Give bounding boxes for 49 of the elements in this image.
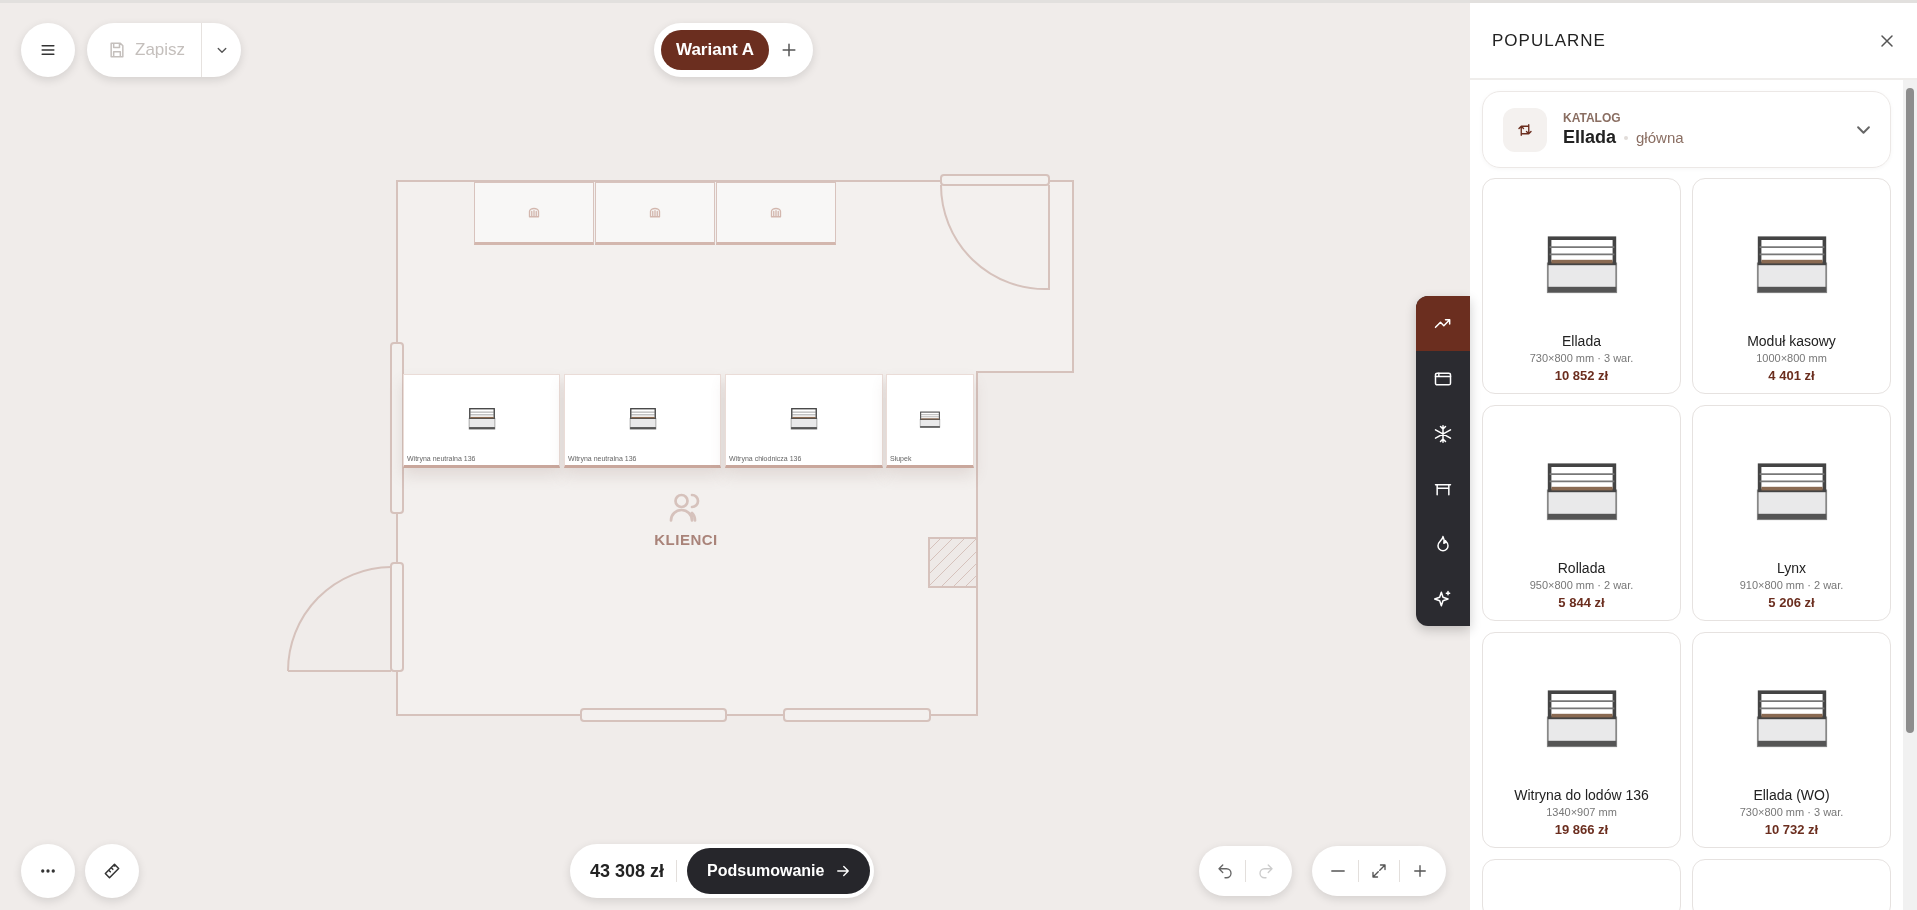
expand-icon xyxy=(1370,862,1388,880)
product-card[interactable]: Lynx 910×800 mm · 2 war. 5 206 zł xyxy=(1692,405,1891,621)
product-card[interactable]: Rollada 950×800 mm · 2 war. 5 844 zł xyxy=(1482,405,1681,621)
product-card[interactable]: Witryna do lodów 136 1340×907 mm 19 866 zł xyxy=(1482,632,1681,848)
snowflake-icon xyxy=(1433,423,1453,444)
product-name: Rollada xyxy=(1557,560,1606,576)
product-price: 4 401 zł xyxy=(1768,368,1815,383)
product-spec: 950×800 mm · 2 war. xyxy=(1529,579,1634,591)
product-card[interactable]: Ellada 730×800 mm · 3 war. 10 852 zł xyxy=(1482,178,1681,394)
product-spec: 730×800 mm · 3 war. xyxy=(1739,806,1844,818)
catalog-label: KATALOG xyxy=(1563,111,1622,125)
redo-icon xyxy=(1257,862,1275,880)
product-name: Ellada (WO) xyxy=(1753,787,1830,803)
product-name: Ellada xyxy=(1562,333,1601,349)
catalog-selector[interactable]: KATALOG Ellada główna xyxy=(1482,91,1891,168)
product-price: 5 206 zł xyxy=(1768,595,1815,610)
more-icon xyxy=(41,869,55,873)
product-spec: 1000×800 mm xyxy=(1756,352,1827,364)
product-spec: 910×800 mm · 2 war. xyxy=(1739,579,1844,591)
product-spec: 1340×907 mm xyxy=(1546,806,1617,818)
product-price: 5 844 zł xyxy=(1558,595,1605,610)
product-price: 19 866 zł xyxy=(1554,822,1609,837)
chevron-down-icon xyxy=(1857,125,1870,134)
hatched-column xyxy=(928,537,978,588)
total-price: 43 308 zł xyxy=(589,860,666,882)
undo-icon xyxy=(1216,862,1234,880)
product-name: Moduł kasowy xyxy=(1747,333,1836,349)
variant-tab[interactable]: Wariant A xyxy=(661,30,770,70)
scrollbar[interactable] xyxy=(1903,80,1917,910)
ruler-icon xyxy=(102,861,122,881)
sparkle-icon xyxy=(1433,588,1453,609)
minus-icon xyxy=(1331,870,1345,872)
catalog-variant: główna xyxy=(1636,129,1684,146)
product-card[interactable]: Moduł kasowy 1000×800 mm 4 401 zł xyxy=(1692,178,1891,394)
ruler-button[interactable] xyxy=(85,844,139,898)
product-card[interactable]: Ellada (WO) 730×800 mm · 3 war. 10 732 zł xyxy=(1692,632,1891,848)
menu-button[interactable] xyxy=(21,23,75,77)
catalog-name: Ellada xyxy=(1563,127,1617,148)
category-tab[interactable] xyxy=(1416,296,1470,351)
zone-label: KLIENCI xyxy=(654,531,718,548)
product-name: Witryna do lodów 136 xyxy=(1514,787,1649,803)
product-spec: 730×800 mm · 3 war. xyxy=(1529,352,1634,364)
product-price: 10 732 zł xyxy=(1764,822,1819,837)
display-case-drawing xyxy=(917,409,943,431)
summary-button[interactable]: Podsumowanie xyxy=(687,848,871,894)
panel-title: POPULARNE xyxy=(1492,30,1606,51)
product-name: Lynx xyxy=(1776,560,1807,576)
plus-icon xyxy=(1411,862,1429,880)
product-price: 10 852 zł xyxy=(1554,368,1609,383)
